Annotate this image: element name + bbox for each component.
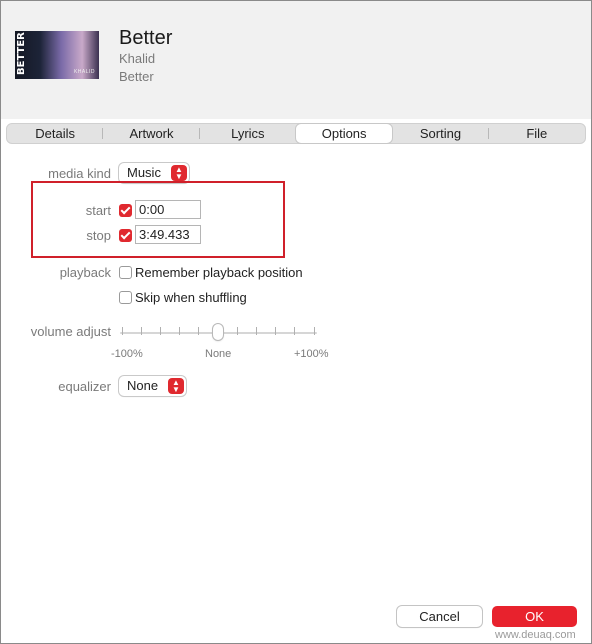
song-header: BETTER KHALID Better Khalid Better (1, 1, 591, 119)
slider-tick (122, 327, 123, 335)
artwork-title-text: BETTER (16, 32, 27, 75)
artwork-artist-text: KHALID (73, 69, 95, 75)
stop-label: stop (86, 228, 111, 243)
watermark: www.deuaq.com (495, 629, 576, 641)
chevron-updown-icon: ▲ ▼ (171, 165, 187, 181)
start-label: start (85, 203, 111, 218)
slider-tick (237, 327, 238, 335)
slider-tick (256, 327, 257, 335)
song-title: Better (119, 27, 173, 49)
remember-position-checkbox[interactable] (119, 266, 132, 279)
skip-shuffling-checkbox[interactable] (119, 291, 132, 304)
tab-details[interactable]: Details (7, 124, 104, 143)
start-checkbox[interactable] (119, 204, 132, 217)
song-album: Better (119, 69, 154, 84)
tab-bar: Details Artwork Lyrics Options Sorting F… (6, 123, 586, 144)
tab-sorting[interactable]: Sorting (392, 124, 489, 143)
slider-tick (294, 327, 295, 335)
slider-tick (275, 327, 276, 335)
song-artist: Khalid (119, 51, 156, 66)
tab-file[interactable]: File (489, 124, 585, 143)
playback-label: playback (59, 265, 111, 280)
highlight-annotation-box (31, 181, 285, 258)
ok-button[interactable]: OK (492, 606, 577, 627)
tab-options[interactable]: Options (295, 124, 393, 143)
media-kind-value: Music (127, 165, 161, 180)
stop-time-field[interactable]: 3:49.433 (135, 225, 201, 244)
media-kind-label: media kind (48, 166, 111, 181)
skip-shuffling-label[interactable]: Skip when shuffling (135, 290, 247, 305)
slider-tick (198, 327, 199, 335)
stop-checkbox[interactable] (119, 229, 132, 242)
equalizer-label: equalizer (58, 379, 111, 394)
volume-mid-label: None (205, 348, 232, 360)
volume-max-label: +100% (294, 348, 329, 360)
slider-tick (179, 327, 180, 335)
start-time-field[interactable]: 0:00 (135, 200, 201, 219)
chevron-updown-icon: ▲ ▼ (168, 378, 184, 394)
slider-tick (160, 327, 161, 335)
volume-min-label: -100% (111, 348, 143, 360)
volume-slider-knob[interactable] (213, 324, 223, 340)
remember-position-label[interactable]: Remember playback position (135, 265, 303, 280)
media-kind-select[interactable]: Music ▲ ▼ (119, 163, 189, 183)
cancel-button[interactable]: Cancel (397, 606, 482, 627)
album-artwork[interactable]: BETTER KHALID (15, 31, 99, 79)
slider-tick (141, 327, 142, 335)
equalizer-value: None (127, 378, 159, 393)
slider-tick (314, 327, 315, 335)
volume-adjust-label: volume adjust (30, 324, 111, 339)
tab-lyrics[interactable]: Lyrics (200, 124, 296, 143)
tab-artwork[interactable]: Artwork (103, 124, 200, 143)
equalizer-select[interactable]: None ▲ ▼ (119, 376, 186, 396)
